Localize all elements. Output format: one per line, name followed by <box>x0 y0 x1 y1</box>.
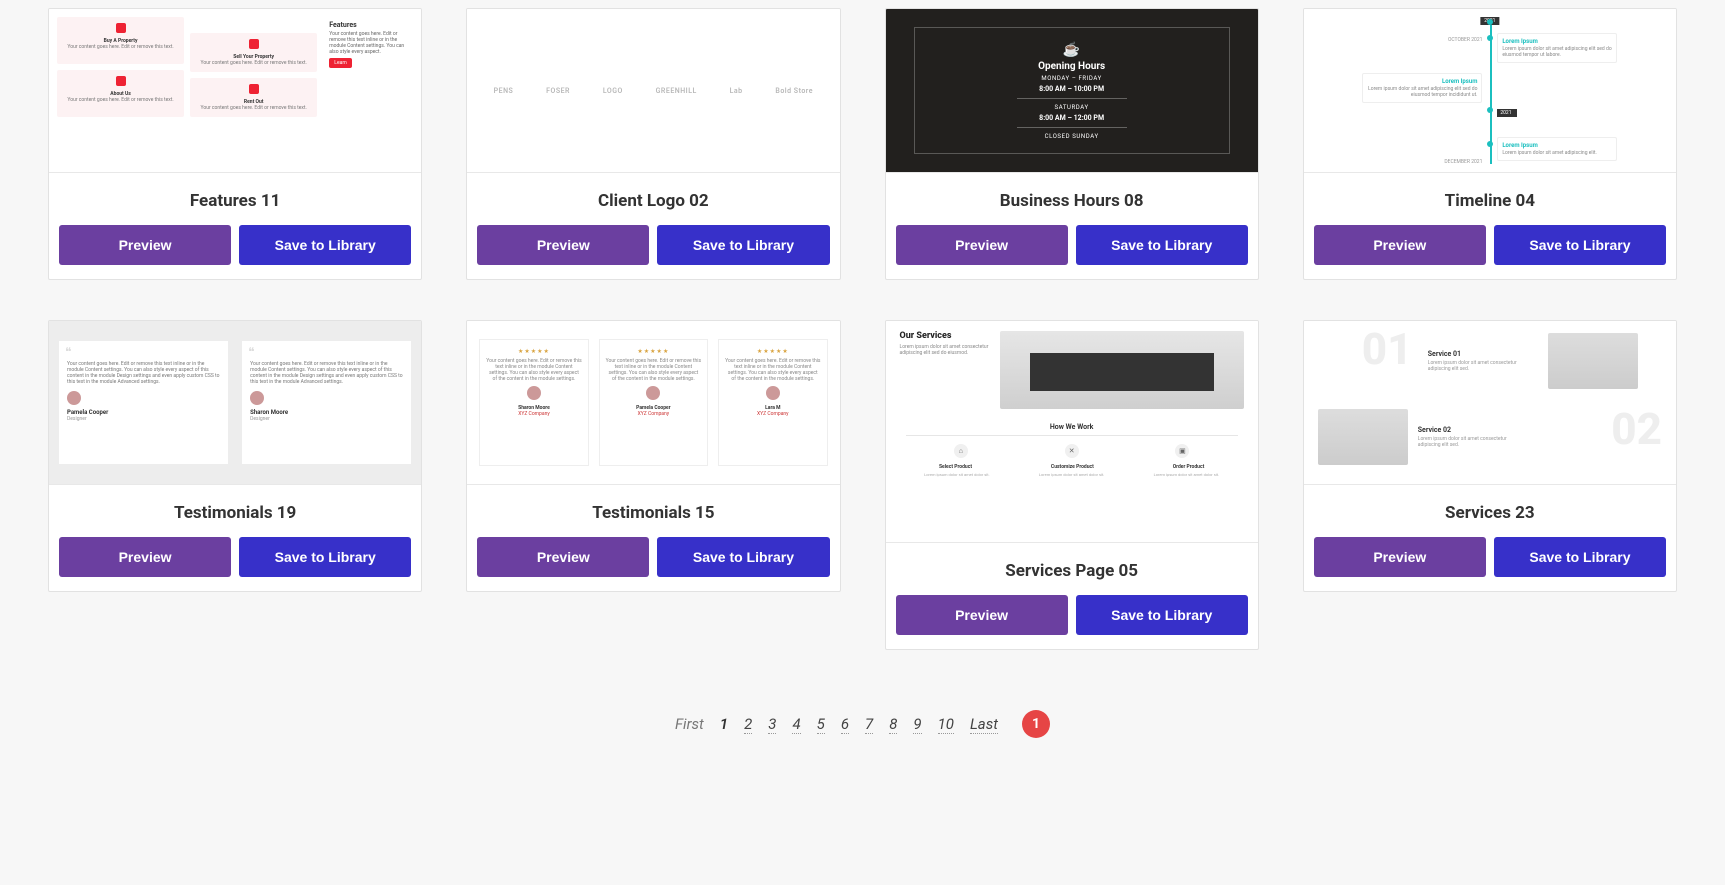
template-title: Features 11 <box>49 173 421 225</box>
save-button[interactable]: Save to Library <box>1076 595 1248 635</box>
annotation-badge: 1 <box>1022 710 1050 738</box>
save-button[interactable]: Save to Library <box>1494 225 1666 265</box>
template-title: Business Hours 08 <box>886 173 1258 225</box>
save-button[interactable]: Save to Library <box>657 225 829 265</box>
template-thumb: 2021 Lorem IpsumLorem ipsum dolor sit am… <box>1304 9 1676 173</box>
template-card: Your content goes here. Edit or remove t… <box>48 320 422 592</box>
pagination-page[interactable]: 7 <box>865 715 873 734</box>
template-card: 2021 Lorem IpsumLorem ipsum dolor sit am… <box>1303 8 1677 280</box>
pagination-page[interactable]: 2 <box>744 715 752 734</box>
pagination-page[interactable]: 5 <box>817 715 825 734</box>
coffee-icon: ☕ <box>1063 42 1080 58</box>
template-grid: Buy A PropertyYour content goes here. Ed… <box>48 8 1677 650</box>
template-thumb: Your content goes here. Edit or remove t… <box>49 321 421 485</box>
pagination-page[interactable]: 3 <box>768 715 776 734</box>
template-thumb: ☕ Opening Hours MONDAY – FRIDAY 8:00 AM … <box>886 9 1258 173</box>
template-title: Timeline 04 <box>1304 173 1676 225</box>
pagination-last[interactable]: Last <box>970 715 998 734</box>
pagination-current: 1 <box>720 715 728 733</box>
template-title: Testimonials 15 <box>467 485 839 537</box>
save-button[interactable]: Save to Library <box>239 225 411 265</box>
template-title: Services Page 05 <box>886 543 1258 595</box>
template-thumb: PENS FOSER LOGO GREENHILL Lab Bold Store <box>467 9 839 173</box>
preview-button[interactable]: Preview <box>1314 537 1486 577</box>
template-card: ☕ Opening Hours MONDAY – FRIDAY 8:00 AM … <box>885 8 1259 280</box>
template-thumb: Buy A PropertyYour content goes here. Ed… <box>49 9 421 173</box>
template-title: Testimonials 19 <box>49 485 421 537</box>
template-card: Our Services Lorem ipsum dolor sit amet … <box>885 320 1259 650</box>
pagination-page[interactable]: 6 <box>841 715 849 734</box>
template-thumb: ★★★★★ Your content goes here. Edit or re… <box>467 321 839 485</box>
pagination-page[interactable]: 8 <box>889 715 897 734</box>
pagination-page[interactable]: 4 <box>792 715 800 734</box>
preview-button[interactable]: Preview <box>1314 225 1486 265</box>
preview-button[interactable]: Preview <box>59 537 231 577</box>
template-card: Buy A PropertyYour content goes here. Ed… <box>48 8 422 280</box>
template-card: ★★★★★ Your content goes here. Edit or re… <box>466 320 840 592</box>
template-title: Services 23 <box>1304 485 1676 537</box>
preview-button[interactable]: Preview <box>477 225 649 265</box>
preview-button[interactable]: Preview <box>477 537 649 577</box>
template-card: PENS FOSER LOGO GREENHILL Lab Bold Store… <box>466 8 840 280</box>
save-button[interactable]: Save to Library <box>1076 225 1248 265</box>
template-title: Client Logo 02 <box>467 173 839 225</box>
pagination-page[interactable]: 9 <box>913 715 921 734</box>
preview-button[interactable]: Preview <box>59 225 231 265</box>
preview-button[interactable]: Preview <box>896 595 1068 635</box>
pagination-page[interactable]: 10 <box>938 715 954 734</box>
save-button[interactable]: Save to Library <box>1494 537 1666 577</box>
template-card: 01 02 Service 01Lorem ipsum dolor sit am… <box>1303 320 1677 592</box>
save-button[interactable]: Save to Library <box>239 537 411 577</box>
pagination-first: First <box>675 715 704 733</box>
pagination: First 1 2 3 4 5 6 7 8 9 10 Last 1 <box>48 710 1677 738</box>
template-thumb: Our Services Lorem ipsum dolor sit amet … <box>886 321 1258 543</box>
preview-button[interactable]: Preview <box>896 225 1068 265</box>
save-button[interactable]: Save to Library <box>657 537 829 577</box>
template-thumb: 01 02 Service 01Lorem ipsum dolor sit am… <box>1304 321 1676 485</box>
